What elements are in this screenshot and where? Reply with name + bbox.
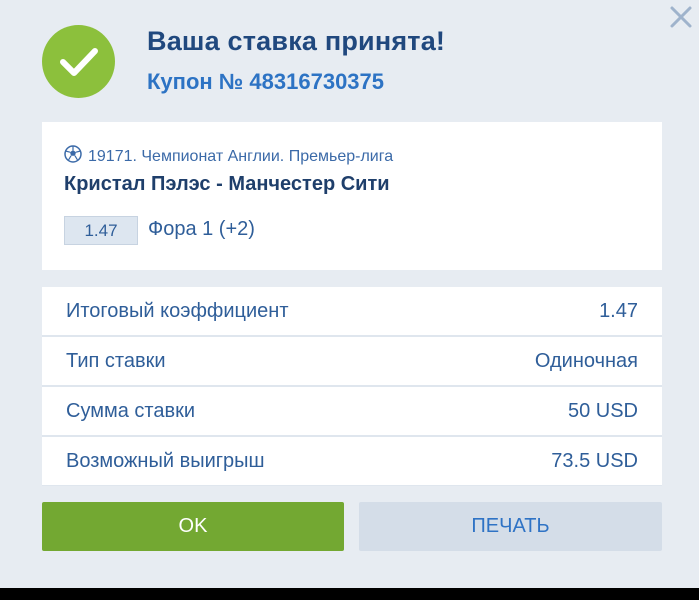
summary-value: 73.5 USD (551, 449, 638, 472)
league-name: 19171. Чемпионат Англии. Премьер-лига (88, 147, 394, 165)
summary-label: Тип ставки (66, 349, 166, 372)
summary-row-stake: Сумма ставки 50 USD (42, 387, 662, 435)
summary-label: Итоговый коэффициент (66, 299, 289, 322)
odds-badge: 1.47 (64, 216, 138, 245)
bet-confirmation-dialog: Ваша ставка принята! Купон № 48316730375… (0, 0, 699, 588)
summary-value: Одиночная (534, 349, 638, 372)
summary-row-bet-type: Тип ставки Одиночная (42, 337, 662, 385)
bet-name: Фора 1 (+2) (148, 218, 255, 240)
match-title: Кристал Пэлэс - Манчестер Сити (64, 173, 390, 195)
print-button[interactable]: ПЕЧАТЬ (359, 502, 662, 551)
checkmark-icon (42, 25, 115, 98)
summary-row-possible-win: Возможный выигрыш 73.5 USD (42, 437, 662, 485)
dialog-title: Ваша ставка принята! (147, 26, 446, 56)
league-line: 19171. Чемпионат Англии. Премьер-лига (64, 145, 393, 168)
summary-value: 1.47 (599, 299, 638, 322)
coupon-number: Купон № 48316730375 (147, 69, 385, 94)
ok-button[interactable]: OK (42, 502, 344, 551)
summary-value: 50 USD (567, 399, 638, 422)
summary-label: Сумма ставки (66, 399, 196, 422)
summary-label: Возможный выигрыш (66, 449, 265, 472)
close-icon[interactable] (664, 2, 694, 32)
soccer-ball-icon (64, 145, 82, 168)
bet-summary: Итоговый коэффициент 1.47 Тип ставки Оди… (42, 287, 662, 486)
event-card: 19171. Чемпионат Англии. Премьер-лига Кр… (42, 122, 662, 270)
summary-row-total-odds: Итоговый коэффициент 1.47 (42, 287, 662, 335)
